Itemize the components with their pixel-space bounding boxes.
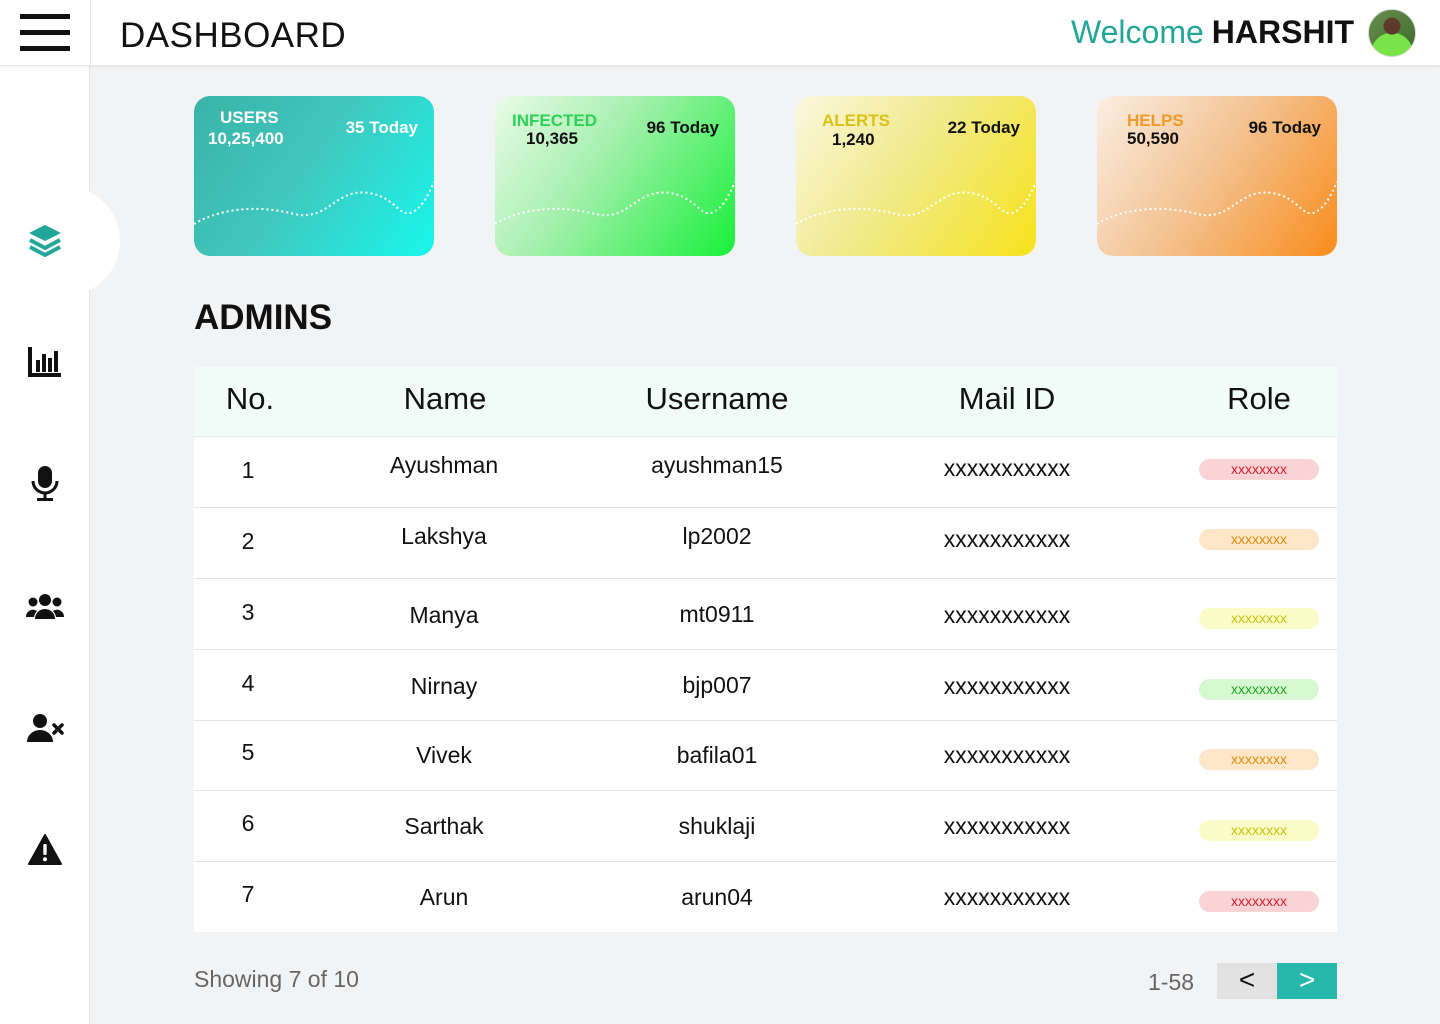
admin-username: ayushman15 [651,452,783,478]
admin-name: Nirnay [410,673,478,699]
admin-name: Manya [409,602,479,628]
row-number: 5 [241,739,255,765]
table-header: No. Name Username Mail ID Role [194,367,1337,437]
admin-mail: xxxxxxxxxxx [943,673,1071,699]
admin-username: bjp007 [682,672,752,698]
admin-mail: xxxxxxxxxxx [943,526,1071,552]
admin-name: Ayushman [389,452,499,478]
column-header-no[interactable]: No. [194,367,306,437]
stat-card-helps[interactable]: HELPS 50,590 96 Today [1097,96,1337,256]
row-number: 2 [241,528,255,554]
table-row[interactable]: 5 Vivek bafila01 xxxxxxxxxxx xxxxxxxx [194,720,1337,791]
role-badge: xxxxxxxx [1199,891,1319,912]
column-header-username[interactable]: Username [597,367,837,437]
warning-icon[interactable] [26,831,64,869]
row-number: 4 [241,670,255,696]
column-header-name[interactable]: Name [325,367,565,437]
row-number: 3 [241,599,255,625]
admin-username: mt0911 [679,601,755,627]
table-row[interactable]: 2 Lakshya lp2002 xxxxxxxxxxx xxxxxxxx [194,508,1337,579]
role-badge: xxxxxxxx [1199,459,1319,480]
admins-table: No. Name Username Mail ID Role 1 Ayushman… [194,367,1337,932]
section-title: ADMINS [194,298,333,337]
welcome-text: Welcome [1071,14,1204,50]
admin-name: Sarthak [404,813,484,839]
table-row[interactable]: 4 Nirnay bjp007 xxxxxxxxxxx xxxxxxxx [194,650,1337,721]
page-title: DASHBOARD [120,16,347,55]
user-name: HARSHIT [1211,14,1354,50]
admin-name: Arun [419,884,469,910]
row-number: 7 [241,881,255,907]
admin-mail: xxxxxxxxxxx [943,884,1071,910]
welcome-message: Welcome HARSHIT [1071,14,1354,51]
admin-name: Vivek [416,742,472,768]
admin-username: lp2002 [682,523,752,549]
stat-card-infected[interactable]: INFECTED 10,365 96 Today [495,96,735,256]
showing-count: Showing 7 of 10 [194,966,359,992]
table-row[interactable]: 3 Manya mt0911 xxxxxxxxxxx xxxxxxxx [194,579,1337,650]
stat-card-users[interactable]: USERS 10,25,400 35 Today [194,96,434,256]
admin-username: shuklaji [678,813,756,839]
card-wave-line [1097,181,1337,225]
admin-name: Lakshya [401,523,487,549]
role-badge: xxxxxxxx [1199,820,1319,841]
table-row[interactable]: 6 Sarthak shuklaji xxxxxxxxxxx xxxxxxxx [194,791,1337,862]
admin-mail: xxxxxxxxxxx [943,813,1071,839]
top-bar: DASHBOARD Welcome HARSHIT [0,0,1440,66]
admin-mail: xxxxxxxxxxx [943,455,1071,481]
users-group-icon[interactable] [26,587,64,625]
admin-mail: xxxxxxxxxxx [943,602,1071,628]
page-range: 1-58 [1148,969,1195,995]
admin-username: bafila01 [676,742,758,768]
card-wave-line [796,181,1036,225]
bar-chart-icon[interactable] [26,342,64,380]
table-row[interactable]: 1 Ayushman ayushman15 xxxxxxxxxxx xxxxxxxx [194,437,1337,508]
topbar-divider [90,0,91,66]
previous-page-button[interactable]: < [1217,963,1277,999]
microphone-icon[interactable] [26,464,64,502]
table-row[interactable]: 7 Arun arun04 xxxxxxxxxxx xxxxxxxx [194,862,1337,933]
column-header-role[interactable]: Role [1198,367,1320,437]
role-badge: xxxxxxxx [1199,749,1319,770]
user-remove-icon[interactable] [26,709,64,747]
card-wave-line [495,181,735,225]
role-badge: xxxxxxxx [1199,608,1319,629]
card-wave-line [194,181,434,225]
column-header-mail[interactable]: Mail ID [887,367,1127,437]
hamburger-menu-icon[interactable] [20,14,70,52]
next-page-button[interactable]: > [1277,963,1337,999]
layers-icon[interactable] [26,221,64,259]
admin-username: arun04 [681,884,753,910]
row-number: 6 [241,810,255,836]
role-badge: xxxxxxxx [1199,529,1319,550]
role-badge: xxxxxxxx [1199,679,1319,700]
avatar[interactable] [1368,9,1416,57]
row-number: 1 [241,457,255,483]
stat-card-alerts[interactable]: ALERTS 1,240 22 Today [796,96,1036,256]
admin-mail: xxxxxxxxxxx [943,742,1071,768]
